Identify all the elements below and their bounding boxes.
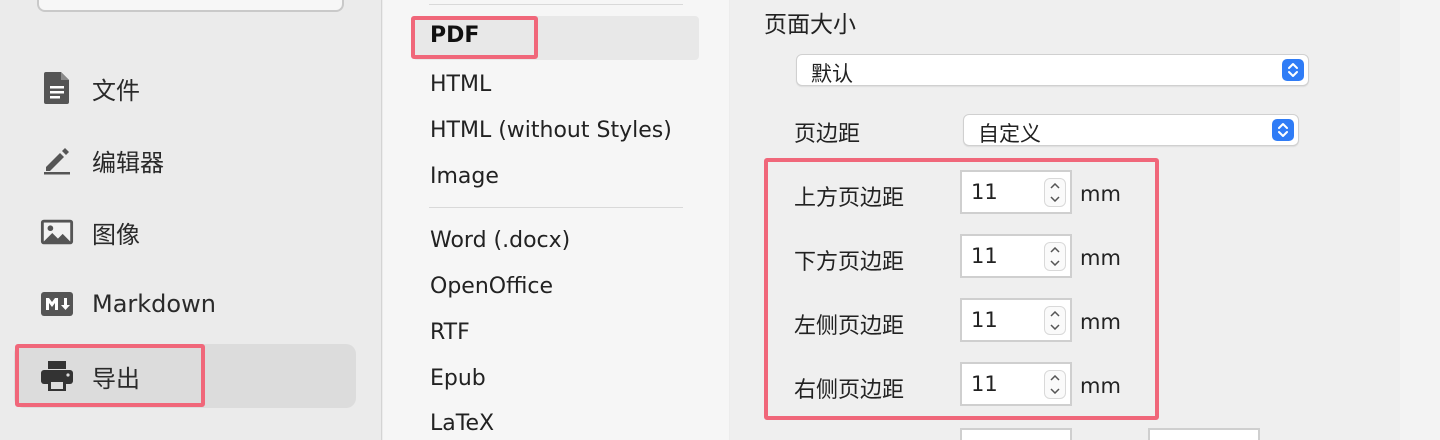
sidebar-item-label: 图像 <box>92 220 140 249</box>
format-item-word[interactable]: Word (.docx) <box>430 228 570 253</box>
sidebar-item-image[interactable]: 图像 <box>14 200 356 264</box>
divider <box>429 4 683 5</box>
image-icon <box>40 215 74 249</box>
pencil-icon <box>40 143 74 177</box>
sidebar-item-file[interactable]: 文件 <box>14 56 356 120</box>
window-edge <box>1400 0 1440 440</box>
select-value: 默认 <box>811 62 853 86</box>
export-highlight-box <box>15 344 205 407</box>
page-size-title: 页面大小 <box>764 12 856 38</box>
settings-sidebar: 文件 编辑器 图像 Markdown 导出 <box>0 0 382 440</box>
markdown-icon <box>40 287 74 321</box>
pdf-highlight-box <box>411 16 538 59</box>
select-value: 自定义 <box>978 122 1041 146</box>
format-item-html-no-styles[interactable]: HTML (without Styles) <box>430 118 672 143</box>
margin-label: 页边距 <box>794 122 861 147</box>
sidebar-item-markdown[interactable]: Markdown <box>14 272 356 336</box>
pdf-settings-panel: 页面大小 默认 页边距 自定义 上方页边距 11 mm 下方页边距 11 mm … <box>730 0 1400 440</box>
format-item-latex[interactable]: LaTeX <box>430 411 494 436</box>
search-input[interactable] <box>37 0 344 12</box>
sidebar-item-label: Markdown <box>92 290 216 318</box>
document-icon <box>40 71 74 105</box>
sidebar-item-editor[interactable]: 编辑器 <box>14 128 356 192</box>
format-item-epub[interactable]: Epub <box>430 366 486 391</box>
chevron-updown-icon <box>1282 59 1304 81</box>
format-item-html[interactable]: HTML <box>430 72 491 97</box>
page-size-select[interactable]: 默认 <box>796 54 1309 86</box>
next-row-input[interactable] <box>1148 428 1260 440</box>
format-item-openoffice[interactable]: OpenOffice <box>430 274 553 299</box>
format-item-rtf[interactable]: RTF <box>430 320 470 345</box>
margin-select[interactable]: 自定义 <box>963 114 1299 146</box>
next-row-input[interactable] <box>960 428 1072 440</box>
sidebar-item-label: 文件 <box>92 76 140 105</box>
export-format-list: PDF HTML HTML (without Styles) Image Wor… <box>383 0 729 440</box>
format-item-image[interactable]: Image <box>430 164 499 189</box>
margins-highlight-box <box>764 158 1159 420</box>
chevron-updown-icon <box>1272 119 1294 141</box>
sidebar-item-label: 编辑器 <box>92 148 164 177</box>
divider <box>429 207 683 208</box>
